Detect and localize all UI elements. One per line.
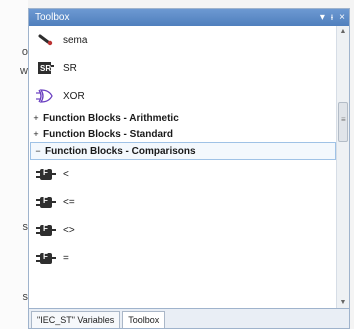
- toolbox-list: sema SR SR XOR + Function Blocks - Arith…: [29, 26, 337, 309]
- sr-flipflop-icon: SR: [35, 59, 57, 77]
- toolbox-item-xor[interactable]: XOR: [29, 82, 337, 110]
- expand-icon[interactable]: +: [32, 113, 40, 123]
- toolbox-item-eq[interactable]: =: [29, 244, 337, 272]
- window-position-icon[interactable]: ▾: [320, 9, 325, 26]
- toolbox-titlebar[interactable]: Toolbox ▾ ᵼ ×: [29, 9, 349, 26]
- function-block-icon: [35, 165, 57, 183]
- background-text: w: [20, 65, 28, 77]
- panel-tabs: "IEC_ST" Variables Toolbox: [29, 308, 349, 328]
- category-label: Function Blocks - Standard: [43, 128, 174, 140]
- toolbox-item-lt[interactable]: <: [29, 160, 337, 188]
- category-arithmetic[interactable]: + Function Blocks - Arithmetic: [29, 110, 337, 126]
- close-icon[interactable]: ×: [339, 9, 345, 26]
- category-comparisons[interactable]: − Function Blocks - Comparisons: [30, 142, 336, 160]
- function-block-icon: [35, 221, 57, 239]
- category-standard[interactable]: + Function Blocks - Standard: [29, 126, 337, 142]
- svg-text:SR: SR: [40, 64, 51, 73]
- toolbox-item-label: XOR: [63, 90, 85, 102]
- function-block-icon: [35, 249, 57, 267]
- tab-iec-st-variables[interactable]: "IEC_ST" Variables: [31, 311, 121, 328]
- expand-icon[interactable]: +: [32, 129, 40, 139]
- toolbox-item-label: <>: [63, 224, 75, 236]
- toolbox-item-label: =: [63, 252, 69, 264]
- scroll-up-icon[interactable]: ▲: [337, 26, 349, 38]
- category-label: Function Blocks - Comparisons: [45, 145, 196, 157]
- category-label: Function Blocks - Arithmetic: [43, 112, 179, 124]
- background-document: o w s s: [0, 0, 28, 329]
- collapse-icon[interactable]: −: [34, 146, 42, 156]
- toolbox-item-label: <=: [63, 196, 75, 208]
- title-controls: ▾ ᵼ ×: [320, 9, 345, 26]
- toolbox-panel: Toolbox ▾ ᵼ × sema SR SR XOR + Function …: [28, 8, 350, 329]
- tab-toolbox[interactable]: Toolbox: [122, 311, 166, 328]
- xor-gate-icon: [35, 87, 57, 105]
- semaphore-icon: [35, 31, 57, 49]
- vertical-scrollbar[interactable]: ▲ ▼: [336, 26, 349, 309]
- toolbox-item-ne[interactable]: <>: [29, 216, 337, 244]
- toolbox-item-sr[interactable]: SR SR: [29, 54, 337, 82]
- auto-hide-pin-icon[interactable]: ᵼ: [331, 9, 333, 26]
- toolbox-item-le[interactable]: <=: [29, 188, 337, 216]
- scrollbar-thumb[interactable]: [338, 102, 348, 142]
- function-block-icon: [35, 193, 57, 211]
- toolbox-item-sema[interactable]: sema: [29, 26, 337, 54]
- toolbox-title: Toolbox: [35, 12, 70, 23]
- toolbox-item-label: <: [63, 168, 69, 180]
- toolbox-item-label: SR: [63, 62, 77, 74]
- toolbox-item-label: sema: [63, 34, 88, 46]
